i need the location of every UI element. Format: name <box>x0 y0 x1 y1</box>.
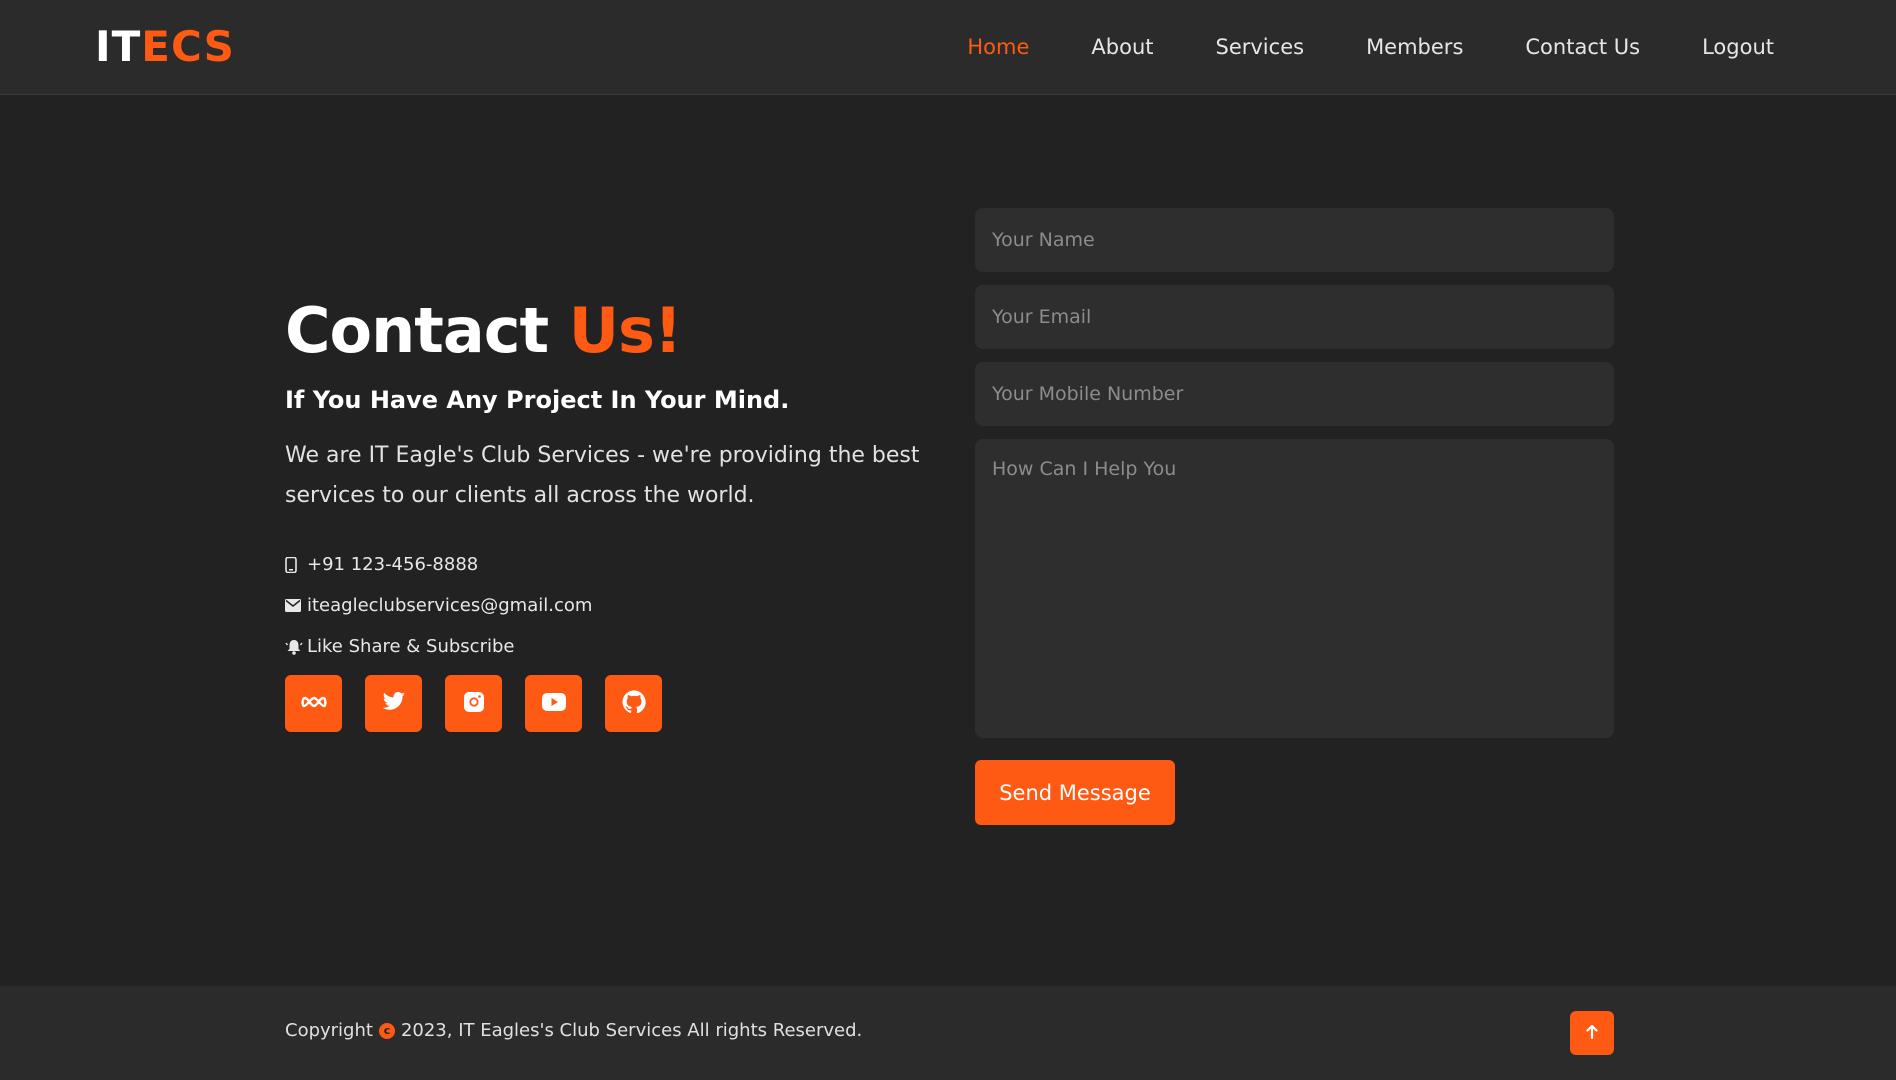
contact-description: We are IT Eagle's Club Services - we're … <box>285 443 920 508</box>
email-address[interactable]: iteagleclubservices@gmail.com <box>307 595 592 616</box>
twitter-link[interactable] <box>365 675 422 732</box>
email-row: iteagleclubservices@gmail.com <box>285 585 945 626</box>
bell-ring-icon <box>285 639 307 655</box>
nav-logout[interactable]: Logout <box>1702 33 1774 61</box>
mobile-input[interactable] <box>975 362 1614 426</box>
phone-row: +91 123-456-8888 <box>285 544 945 585</box>
title-part-2: Us! <box>568 294 683 367</box>
site-footer: Copyright c 2023, IT Eagles's Club Servi… <box>0 986 1896 1080</box>
youtube-icon <box>541 692 566 715</box>
arrow-up-icon <box>1586 1024 1598 1043</box>
copyright-body: 2023, IT Eagles's Club Services All righ… <box>400 1020 863 1041</box>
email-input[interactable] <box>975 285 1614 349</box>
subscribe-text: Like Share & Subscribe <box>307 636 515 657</box>
nav-services[interactable]: Services <box>1216 33 1305 61</box>
github-icon <box>622 690 646 718</box>
site-logo[interactable]: ITECS <box>95 22 235 72</box>
contact-form: Send Message <box>975 208 1614 825</box>
message-textarea[interactable] <box>975 439 1614 738</box>
scroll-to-top-button[interactable] <box>1570 1011 1614 1055</box>
twitter-icon <box>382 691 406 716</box>
instagram-link[interactable] <box>445 675 502 732</box>
page-title: Contact Us! <box>285 295 945 367</box>
mobile-icon <box>285 556 307 573</box>
meta-icon <box>300 694 327 713</box>
copyright-icon: c <box>378 1022 395 1039</box>
title-part-1: Contact <box>285 294 549 367</box>
copyright-text: Copyright c 2023, IT Eagles's Club Servi… <box>285 1020 862 1041</box>
meta-link[interactable] <box>285 675 342 732</box>
phone-number: +91 123-456-8888 <box>307 554 479 575</box>
send-message-button[interactable]: Send Message <box>975 760 1175 825</box>
contact-subtitle: If You Have Any Project In Your Mind. <box>285 386 790 414</box>
nav-about[interactable]: About <box>1091 33 1153 61</box>
subscribe-row: Like Share & Subscribe <box>285 626 945 667</box>
logo-part-1: IT <box>95 22 142 71</box>
main-nav: Home About Services Members Contact Us L… <box>905 33 1774 61</box>
logo-part-2: ECS <box>141 22 235 71</box>
nav-members[interactable]: Members <box>1366 33 1463 61</box>
contact-details: +91 123-456-8888 iteagleclubservices@gma… <box>285 544 945 667</box>
nav-contact-us[interactable]: Contact Us <box>1525 33 1640 61</box>
site-header: ITECS Home About Services Members Contac… <box>0 0 1896 95</box>
nav-home[interactable]: Home <box>967 33 1029 61</box>
youtube-link[interactable] <box>525 675 582 732</box>
github-link[interactable] <box>605 675 662 732</box>
instagram-icon <box>463 691 485 717</box>
copyright-prefix: Copyright <box>285 1020 373 1041</box>
name-input[interactable] <box>975 208 1614 272</box>
contact-info-section: Contact Us! If You Have Any Project In Y… <box>285 295 945 732</box>
social-links <box>285 675 945 732</box>
mail-icon <box>285 599 307 612</box>
